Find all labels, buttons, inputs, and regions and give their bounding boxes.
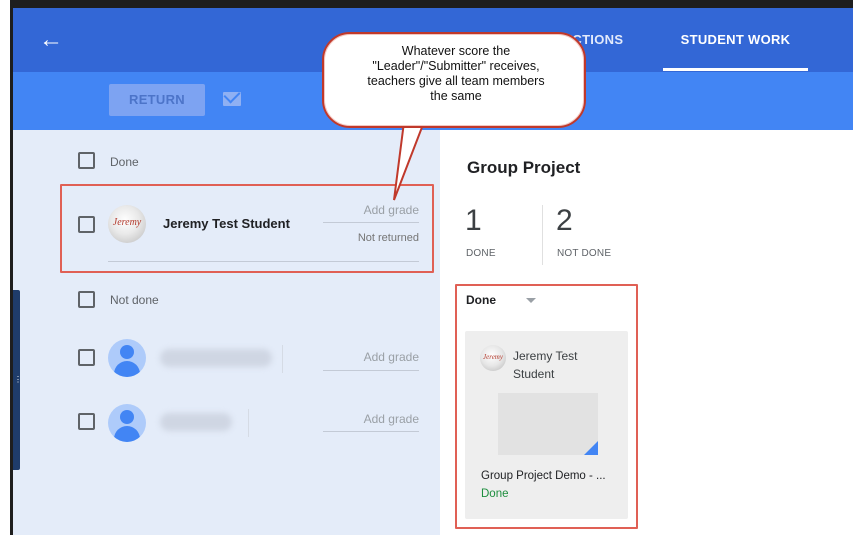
redacted-student-name: [160, 413, 232, 431]
highlight-box-student-row: [60, 184, 434, 273]
student-checkbox[interactable]: [78, 413, 95, 430]
tab-student-work[interactable]: STUDENT WORK: [663, 8, 808, 72]
student-checkbox[interactable]: [78, 349, 95, 366]
drag-handle-icon: ⋮: [14, 376, 22, 388]
add-grade-field[interactable]: Add grade: [320, 350, 419, 364]
tab-student-work-label: STUDENT WORK: [680, 32, 791, 47]
done-section-label: Done: [110, 155, 139, 169]
person-icon: [120, 345, 134, 359]
grade-underline: [323, 370, 419, 371]
done-count-label: DONE: [466, 248, 496, 259]
callout-text: Whatever score the "Leader"/"Submitter" …: [324, 44, 588, 104]
frame-border-top: [10, 0, 853, 8]
back-arrow-icon[interactable]: ←: [37, 26, 65, 54]
callout-line: the same: [430, 89, 482, 103]
highlight-box-submission: [455, 284, 638, 529]
select-done-checkbox[interactable]: [78, 152, 95, 169]
redacted-student-name: [160, 349, 272, 367]
avatar: [108, 339, 146, 377]
grade-underline: [323, 431, 419, 432]
annotation-callout: Whatever score the "Leader"/"Submitter" …: [322, 32, 586, 128]
person-icon: [120, 410, 134, 424]
callout-line: Whatever score the: [401, 44, 511, 58]
add-grade-field[interactable]: Add grade: [320, 412, 419, 426]
not-done-count[interactable]: 2: [556, 204, 573, 238]
assignment-title: Group Project: [467, 158, 581, 177]
callout-line: "Leader"/"Submitter" receives,: [372, 59, 540, 73]
active-tab-indicator: [663, 68, 808, 71]
mail-icon[interactable]: [223, 92, 241, 106]
stats-divider: [542, 205, 543, 265]
column-divider: [282, 345, 283, 373]
not-done-count-label: NOT DONE: [557, 248, 612, 259]
avatar: [108, 404, 146, 442]
select-not-done-checkbox[interactable]: [78, 291, 95, 308]
not-done-section-label: Not done: [110, 293, 159, 307]
callout-line: teachers give all team members: [367, 74, 545, 88]
done-count[interactable]: 1: [465, 204, 482, 238]
column-divider: [248, 409, 249, 437]
return-button[interactable]: RETURN: [109, 84, 205, 116]
callout-pointer: [393, 122, 426, 201]
